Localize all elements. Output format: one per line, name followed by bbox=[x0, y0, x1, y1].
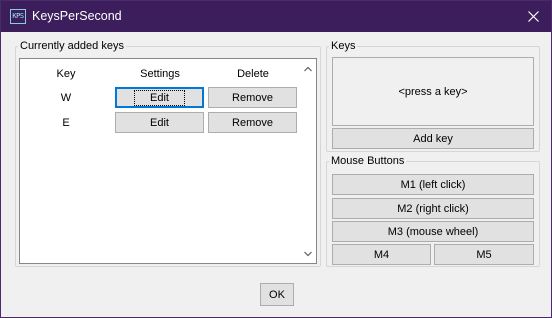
keys-group-label: Keys bbox=[331, 40, 356, 52]
column-header-key: Key bbox=[56, 68, 76, 80]
add-key-button[interactable]: Add key bbox=[332, 128, 534, 149]
keys-list[interactable]: Key Settings Delete W Edit Remove E Edit… bbox=[19, 58, 317, 264]
edit-button[interactable]: Edit bbox=[115, 87, 204, 108]
close-button[interactable] bbox=[515, 1, 551, 32]
title-bar[interactable]: KPS KeysPerSecond bbox=[1, 1, 551, 32]
window-title: KeysPerSecond bbox=[32, 9, 122, 23]
scroll-down-icon[interactable] bbox=[304, 250, 312, 258]
m2-button[interactable]: M2 (right click) bbox=[332, 198, 534, 219]
mouse-buttons-group-label: Mouse Buttons bbox=[331, 155, 405, 167]
m5-button[interactable]: M5 bbox=[434, 244, 534, 265]
app-window: KPS KeysPerSecond Currently added keys K… bbox=[0, 0, 552, 318]
m1-button[interactable]: M1 (left click) bbox=[332, 174, 534, 195]
remove-button[interactable]: Remove bbox=[208, 112, 297, 133]
added-keys-group-label: Currently added keys bbox=[20, 40, 124, 52]
edit-button[interactable]: Edit bbox=[115, 112, 204, 133]
m4-button[interactable]: M4 bbox=[332, 244, 431, 265]
press-key-area[interactable]: <press a key> bbox=[332, 57, 534, 126]
edit-button-label: Edit bbox=[134, 89, 185, 106]
scroll-up-icon[interactable] bbox=[304, 65, 312, 73]
column-header-delete: Delete bbox=[237, 68, 269, 80]
remove-button[interactable]: Remove bbox=[208, 87, 297, 108]
column-header-settings: Settings bbox=[140, 68, 180, 80]
vertical-scrollbar[interactable] bbox=[300, 59, 316, 263]
m3-button[interactable]: M3 (mouse wheel) bbox=[332, 221, 534, 242]
key-cell: E bbox=[62, 117, 70, 129]
ok-button[interactable]: OK bbox=[260, 283, 294, 306]
close-icon bbox=[528, 11, 539, 22]
key-cell: W bbox=[60, 92, 72, 104]
kps-app-icon: KPS bbox=[10, 9, 26, 24]
